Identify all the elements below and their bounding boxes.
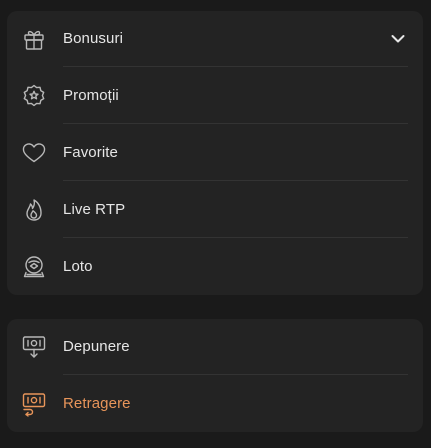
deposit-icon [21,334,47,360]
menu-item-retragere[interactable]: Retragere [7,376,423,432]
divider [63,123,408,124]
menu-item-label: Promoții [63,87,119,104]
menu-item-label: Live RTP [63,201,126,218]
divider [63,66,408,67]
divider [63,180,408,181]
chevron-down-icon[interactable] [390,31,406,47]
menu-item-label: Bonusuri [63,30,124,47]
side-menu: Bonusuri Promoții Favorite Live RTP Loto… [0,0,431,448]
menu-item-loto[interactable]: Loto [7,239,423,295]
gift-icon [21,26,47,52]
badge-star-icon [21,83,47,109]
lottery-ball-icon [21,254,47,280]
divider [63,374,408,375]
flame-icon [21,197,47,223]
primary-menu-card: Bonusuri Promoții Favorite Live RTP Loto [7,11,423,295]
menu-item-label: Depunere [63,338,130,355]
withdraw-icon [21,391,47,417]
menu-item-depunere[interactable]: Depunere [7,319,423,375]
menu-item-live-rtp[interactable]: Live RTP [7,182,423,238]
menu-item-promotii[interactable]: Promoții [7,68,423,124]
divider [63,237,408,238]
menu-item-favorite[interactable]: Favorite [7,125,423,181]
menu-item-bonusuri[interactable]: Bonusuri [7,11,423,67]
menu-item-label: Retragere [63,395,131,412]
menu-item-label: Loto [63,258,93,275]
wallet-menu-card: Depunere Retragere [7,319,423,432]
heart-icon [21,140,47,166]
menu-item-label: Favorite [63,144,118,161]
